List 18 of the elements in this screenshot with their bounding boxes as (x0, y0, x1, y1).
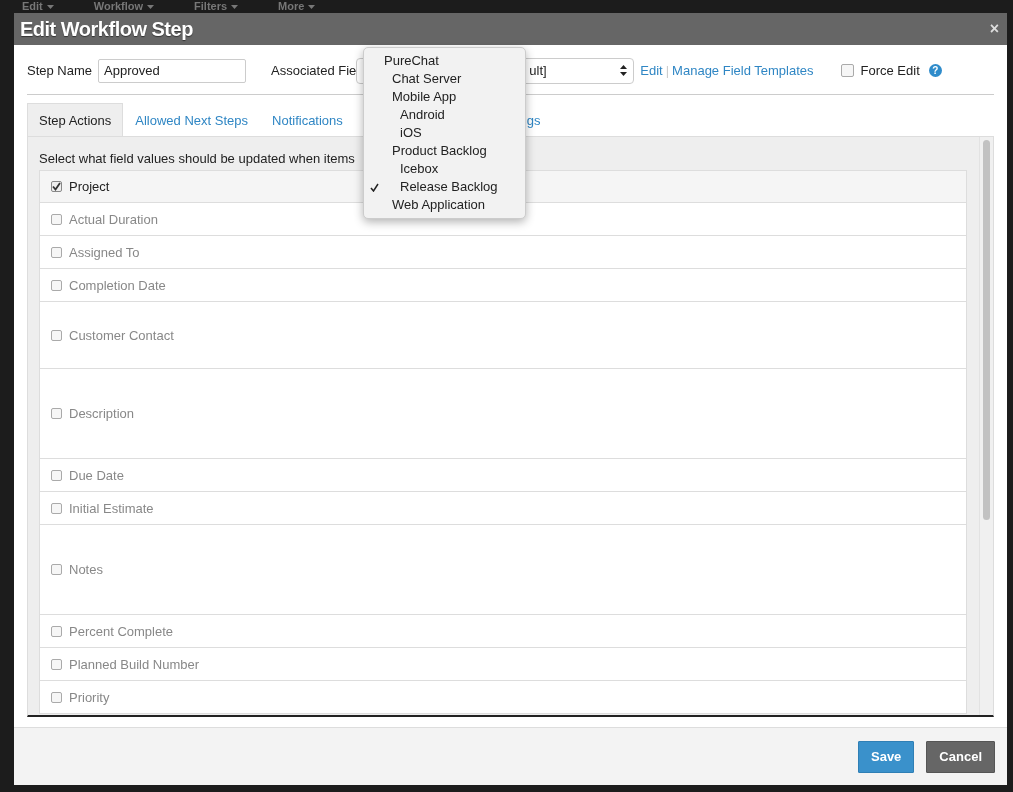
force-edit-label: Force Edit (860, 63, 920, 78)
dialog-title: Edit Workflow Step (20, 17, 193, 41)
field-name: Initial Estimate (69, 500, 154, 516)
field-name: Customer Contact (69, 327, 174, 343)
field-name: Priority (69, 689, 110, 705)
field-name: Notes (69, 562, 103, 577)
field-name: Percent Complete (69, 623, 174, 639)
field-name: Planned Build Number (69, 656, 200, 672)
field-label: Associated Fie (271, 63, 357, 78)
field-name: Assigned To (69, 244, 140, 260)
field-name: Description (69, 406, 135, 421)
field-name: Project (69, 179, 110, 194)
field-name: Completion Date (69, 277, 166, 293)
field-label: Step Name (27, 63, 93, 78)
field-name: Actual Duration (69, 211, 158, 227)
instruction-text: Select what field values should be updated when items (39, 151, 355, 166)
field-name: Due Date (69, 467, 124, 483)
separator: | (665, 63, 670, 78)
